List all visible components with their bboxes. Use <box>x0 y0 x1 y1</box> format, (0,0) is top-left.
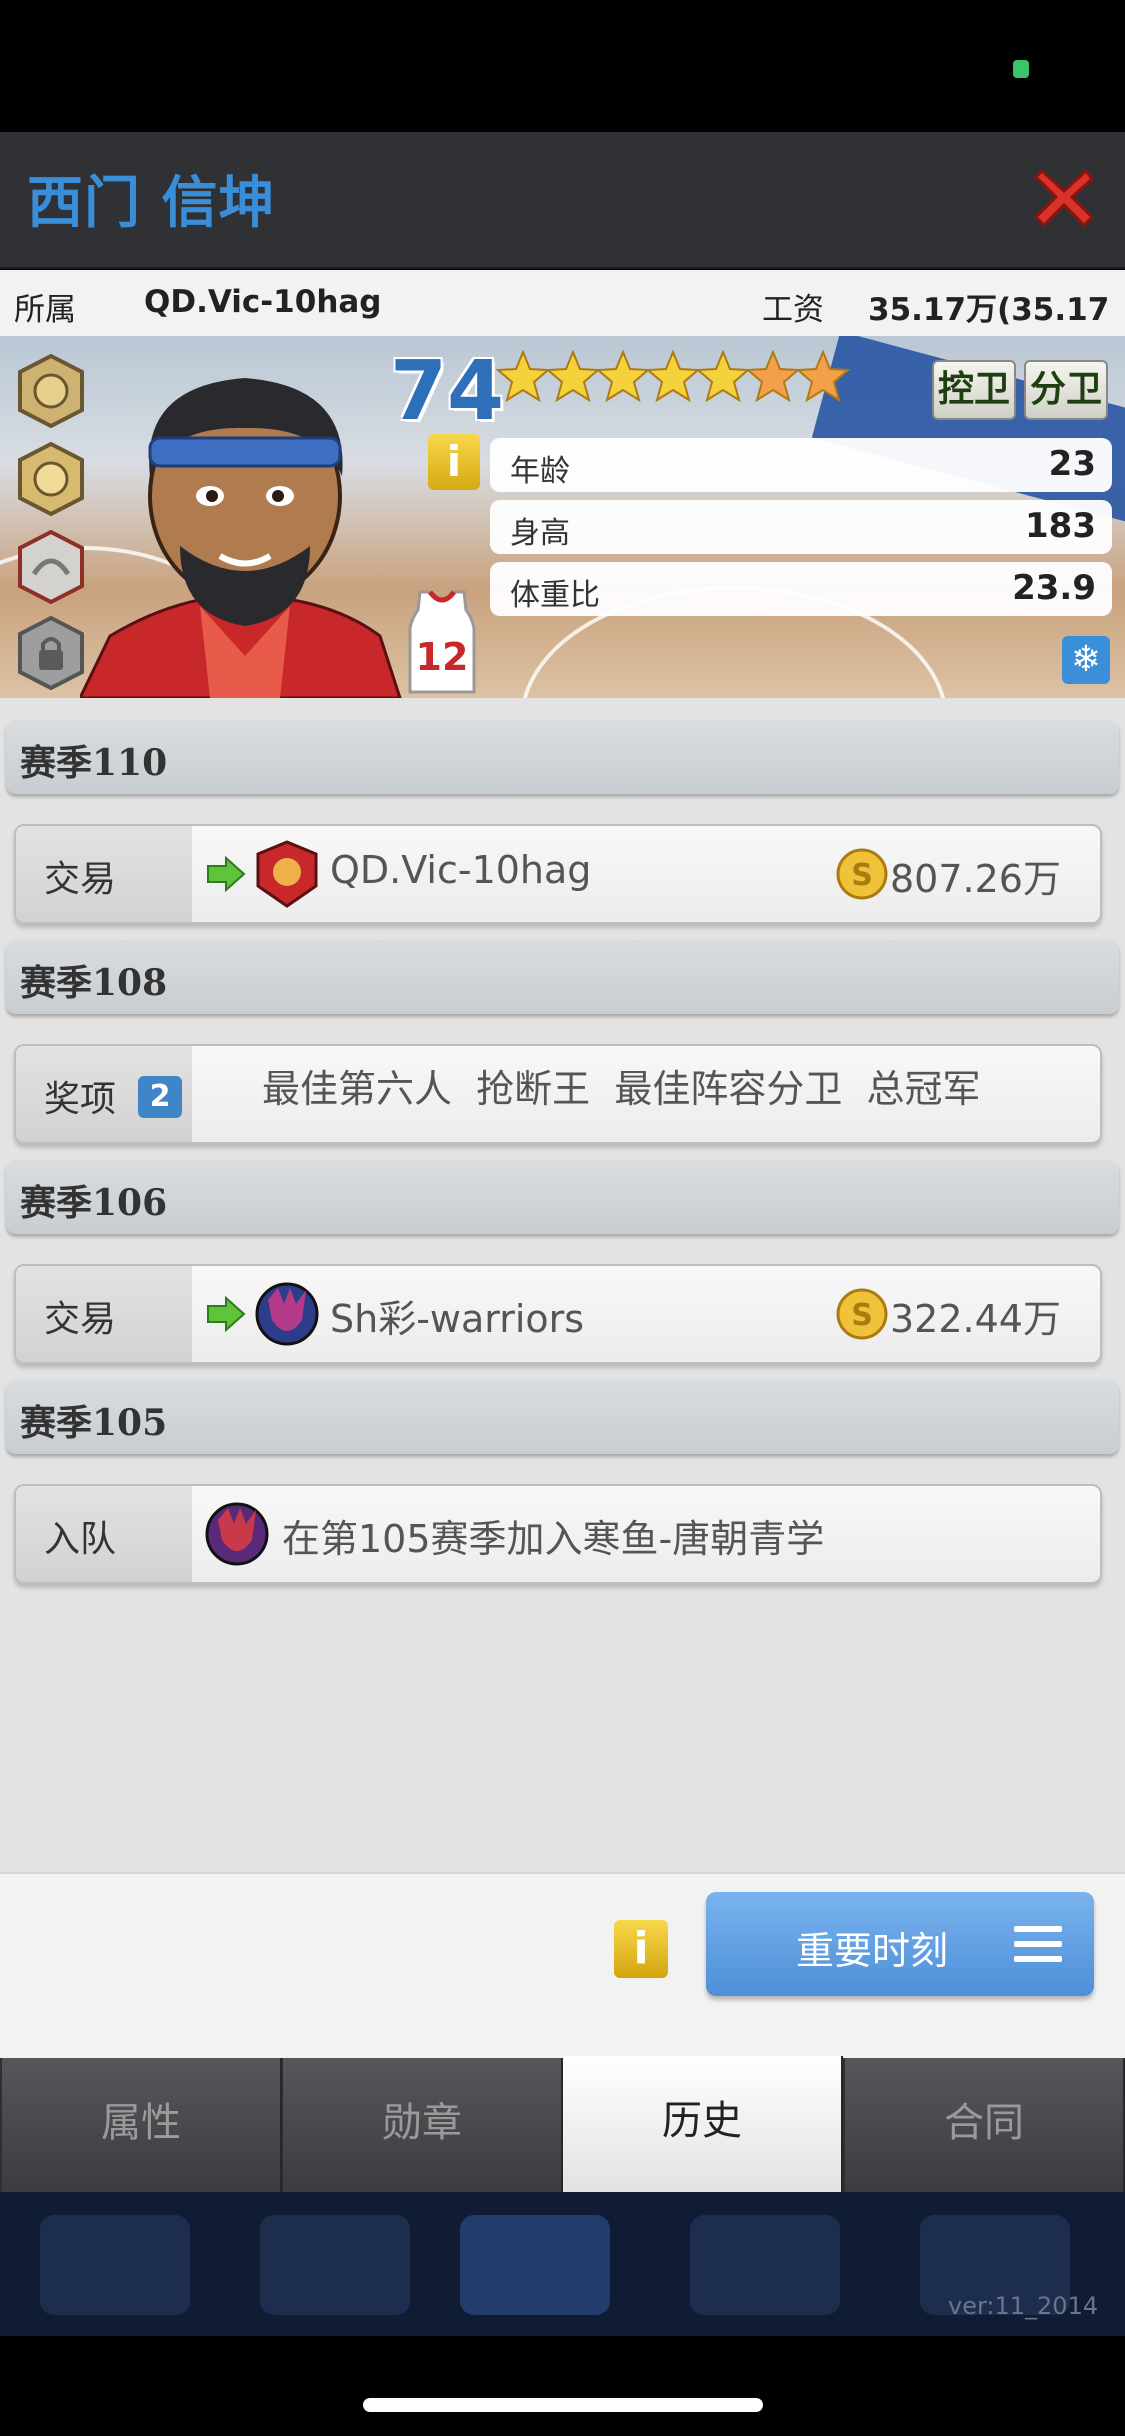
salary-label: 工资 <box>762 292 824 328</box>
tab-contract[interactable]: 合同 <box>845 2058 1125 2192</box>
jersey-icon: 12 <box>408 590 476 694</box>
coin-icon: S <box>836 1288 888 1340</box>
arrow-right-icon <box>207 856 246 892</box>
close-icon[interactable] <box>1032 165 1096 229</box>
team-value: QD.Vic-10hag <box>144 284 382 320</box>
season-title: 赛季110 <box>20 742 168 784</box>
team-logo-icon <box>255 1282 319 1346</box>
stat-row-weight-ratio: 体重比 23.9 <box>490 562 1112 616</box>
season-title: 赛季108 <box>20 962 168 1004</box>
season-header: 赛季110 <box>6 720 1119 794</box>
history-entry-joined[interactable]: 入队 在第105赛季加入寒鱼-唐朝青学 <box>14 1484 1102 1584</box>
history-entry-trade[interactable]: 交易 QD.Vic-10hag S 807.26万 <box>14 824 1102 924</box>
jersey-number: 12 <box>416 635 469 679</box>
key-moments-button[interactable]: 重要时刻 <box>706 1892 1094 1996</box>
stat-row-age: 年龄 23 <box>490 438 1112 492</box>
stat-label: 体重比 <box>510 578 600 613</box>
season-title: 赛季105 <box>20 1402 168 1444</box>
season-title: 赛季106 <box>20 1182 168 1224</box>
trade-amount: 322.44万 <box>890 1297 1061 1341</box>
entry-type: 交易 <box>44 859 117 900</box>
season-header: 赛季108 <box>6 940 1119 1014</box>
position-button-pg[interactable]: 控卫 <box>932 360 1016 420</box>
version-label: ver:11_2014 <box>948 2292 1099 2320</box>
joined-text: 在第105赛季加入寒鱼-唐朝青学 <box>282 1517 825 1561</box>
history-entry-awards[interactable]: 奖项 2 最佳第六人 抢断王 最佳阵容分卫 总冠军 <box>14 1044 1102 1144</box>
nav-icon[interactable] <box>690 2215 840 2315</box>
star-icon <box>646 350 700 403</box>
nav-icon[interactable] <box>460 2215 610 2315</box>
season-header: 赛季105 <box>6 1380 1119 1454</box>
player-name-title: 西门 信坤 <box>27 171 276 236</box>
tab-attributes[interactable]: 属性 <box>2 2058 282 2192</box>
star-icon <box>496 350 550 403</box>
stat-value: 23.9 <box>1012 568 1096 608</box>
stat-label: 年龄 <box>510 454 570 489</box>
status-bar <box>0 0 1125 132</box>
star-icon <box>596 350 650 403</box>
arrow-right-icon <box>207 1296 246 1332</box>
team-label: 所属 <box>14 292 76 328</box>
battery-indicator-icon <box>1013 60 1029 78</box>
star-icon <box>546 350 600 403</box>
lock-icon[interactable] <box>18 616 84 690</box>
badge-wing-icon[interactable] <box>18 530 84 604</box>
team-logo-icon <box>205 1502 269 1566</box>
history-entry-trade[interactable]: 交易 Sh彩-warriors S 322.44万 <box>14 1264 1102 1364</box>
info-icon[interactable]: i <box>614 1920 668 1978</box>
badge-fist-icon[interactable] <box>18 442 84 516</box>
info-icon[interactable]: i <box>428 434 480 490</box>
position-button-sg[interactable]: 分卫 <box>1024 360 1108 420</box>
nav-icon[interactable] <box>260 2215 410 2315</box>
entry-type: 入队 <box>44 1519 117 1560</box>
team-logo-icon <box>256 840 318 908</box>
player-avatar <box>80 378 402 698</box>
svg-text:S: S <box>851 858 873 893</box>
awards-count-badge: 2 <box>138 1076 182 1118</box>
svg-text:S: S <box>851 1298 873 1333</box>
coin-icon: S <box>836 848 888 900</box>
snowflake-icon[interactable]: ❄ <box>1062 636 1110 684</box>
nav-icon[interactable] <box>40 2215 190 2315</box>
player-rating: 74 <box>390 344 505 439</box>
tab-medals[interactable]: 勋章 <box>283 2058 563 2192</box>
awards-list: 最佳第六人 抢断王 最佳阵容分卫 总冠军 <box>262 1067 981 1111</box>
stat-row-height: 身高 183 <box>490 500 1112 554</box>
home-area <box>0 2336 1125 2436</box>
trade-team-name: QD.Vic-10hag <box>330 848 592 892</box>
home-indicator[interactable] <box>363 2398 763 2412</box>
season-header: 赛季106 <box>6 1160 1119 1234</box>
star-icon <box>796 350 850 403</box>
trade-team-name: Sh彩-warriors <box>330 1297 585 1341</box>
badge-shield-icon[interactable] <box>18 354 84 428</box>
key-moments-label: 重要时刻 <box>796 1929 949 1973</box>
trade-amount: 807.26万 <box>890 857 1061 901</box>
stat-label: 身高 <box>510 516 570 551</box>
tab-history[interactable]: 历史 <box>563 2056 843 2192</box>
entry-type: 交易 <box>44 1299 117 1340</box>
star-icon <box>746 350 800 403</box>
star-icon <box>696 350 750 403</box>
entry-type: 奖项 <box>44 1079 117 1120</box>
stat-value: 23 <box>1048 444 1096 484</box>
menu-icon <box>1014 1926 1062 1962</box>
stat-value: 183 <box>1025 506 1096 546</box>
